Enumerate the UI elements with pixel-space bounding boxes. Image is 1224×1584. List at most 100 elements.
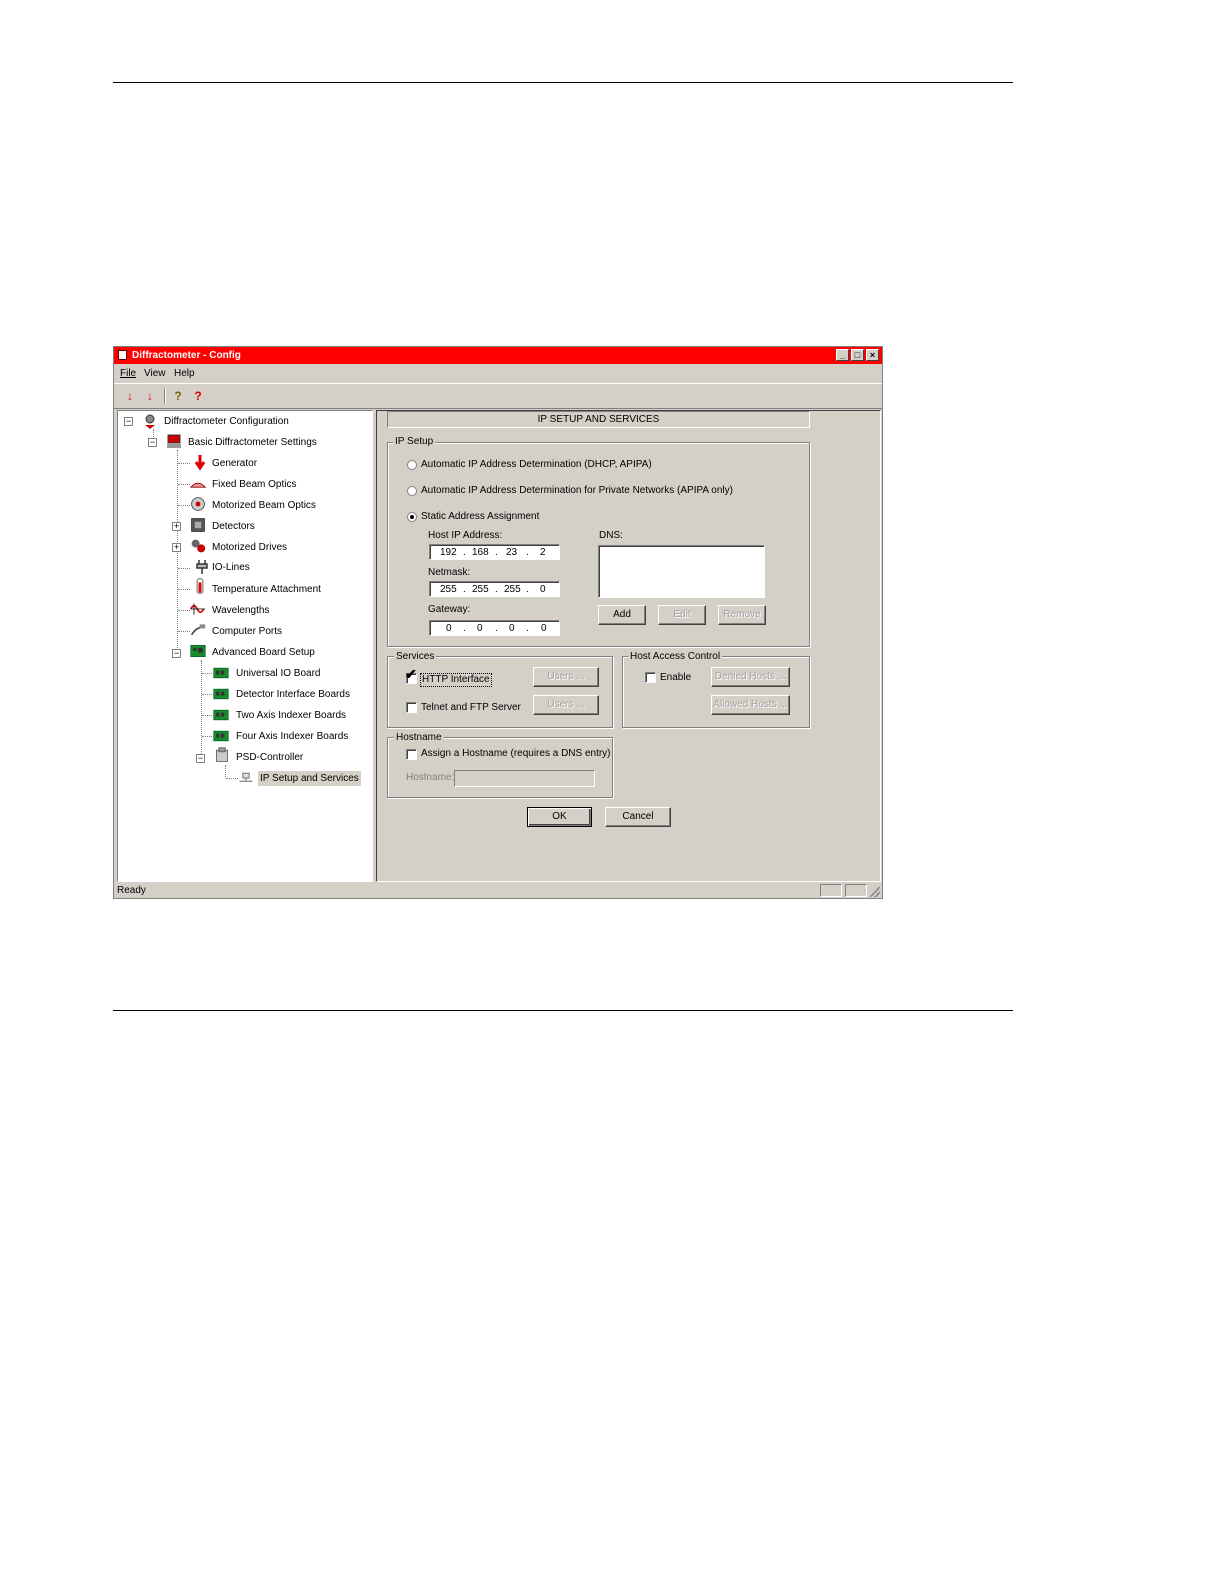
- config-tree[interactable]: − Diffractometer Configuration − Basic D…: [117, 410, 373, 882]
- psd-arrow-icon[interactable]: ↓: [141, 387, 159, 405]
- panel-header: IP SETUP AND SERVICES: [387, 411, 810, 428]
- close-button[interactable]: ×: [866, 349, 879, 361]
- tree-line: [178, 589, 190, 590]
- status-panel: [820, 884, 842, 897]
- hostname-field-label: Hostname:: [406, 772, 455, 783]
- tree-line: [202, 715, 212, 716]
- fixed-optics-icon: [190, 482, 206, 488]
- assign-hostname-checkbox[interactable]: [406, 749, 417, 760]
- tree-fixed-beam-optics[interactable]: Fixed Beam Optics: [210, 478, 298, 492]
- detector-icon: [191, 518, 205, 532]
- gateway-field[interactable]: 0 . 0 . 0 . 0: [429, 620, 560, 636]
- toolbar-separator: [164, 388, 166, 404]
- ip-octet: 2: [540, 547, 546, 558]
- netmask-field[interactable]: 255 . 255 . 255 . 0: [429, 581, 560, 597]
- minimize-button[interactable]: _: [836, 349, 849, 361]
- cancel-button[interactable]: Cancel: [605, 807, 671, 827]
- host-ip-label: Host IP Address:: [428, 530, 503, 541]
- dns-remove-button[interactable]: Remove: [718, 605, 766, 625]
- ip-dot: .: [526, 584, 529, 595]
- http-label[interactable]: HTTP Interface: [420, 673, 492, 687]
- tree-line: [178, 631, 190, 632]
- telnet-label[interactable]: Telnet and FTP Server: [421, 702, 521, 714]
- title-bar[interactable]: Diffractometer - Config _ □ ×: [114, 347, 882, 364]
- menu-help[interactable]: Help: [174, 368, 195, 379]
- ok-button[interactable]: OK: [527, 807, 592, 827]
- dns-edit-button[interactable]: Edit: [658, 605, 706, 625]
- tree-psd-controller[interactable]: PSD-Controller: [234, 751, 305, 765]
- apipa-label[interactable]: Automatic IP Address Determination for P…: [421, 485, 733, 497]
- tree-four-axis-indexer-boards[interactable]: Four Axis Indexer Boards: [234, 730, 350, 744]
- ip-octet: 0: [446, 623, 452, 634]
- allowed-hosts-button[interactable]: Allowed Hosts ...: [711, 695, 790, 715]
- dns-list[interactable]: [598, 545, 765, 598]
- tree-computer-ports[interactable]: Computer Ports: [210, 625, 284, 639]
- help-icon[interactable]: ?: [169, 387, 187, 405]
- tree-basic-settings[interactable]: Basic Diffractometer Settings: [186, 436, 319, 450]
- tree-ip-setup-services[interactable]: IP Setup and Services: [258, 771, 361, 786]
- dns-label: DNS:: [599, 530, 623, 541]
- netmask-label: Netmask:: [428, 567, 471, 578]
- tree-wavelengths[interactable]: Wavelengths: [210, 604, 271, 618]
- board-icon: [213, 730, 229, 742]
- board-icon: [190, 645, 206, 657]
- board-icon: [213, 709, 229, 721]
- tree-temperature-attachment[interactable]: Temperature Attachment: [210, 583, 323, 597]
- menu-view[interactable]: View: [144, 368, 166, 379]
- psd-collapse-toggle[interactable]: −: [196, 754, 205, 763]
- enable-label[interactable]: Enable: [660, 672, 691, 684]
- ip-octet: 0: [509, 623, 515, 634]
- tree-detector-interface-boards[interactable]: Detector Interface Boards: [234, 688, 352, 702]
- tree-generator[interactable]: Generator: [210, 457, 259, 471]
- menu-file[interactable]: File: [120, 368, 136, 379]
- top-rule: [113, 82, 1013, 83]
- context-help-icon[interactable]: ?: [189, 387, 207, 405]
- host-ip-field[interactable]: 192 . 168 . 23 . 2: [429, 544, 560, 560]
- ip-dot: .: [495, 623, 498, 634]
- drives-expand-toggle[interactable]: +: [172, 543, 181, 552]
- ip-octet: 0: [540, 584, 546, 595]
- telnet-checkbox[interactable]: [406, 702, 417, 713]
- dhcp-label[interactable]: Automatic IP Address Determination (DHCP…: [421, 459, 652, 471]
- tree-two-axis-indexer-boards[interactable]: Two Axis Indexer Boards: [234, 709, 348, 723]
- tree-line: [202, 736, 212, 737]
- hostname-input[interactable]: [454, 770, 595, 787]
- tree-motorized-drives[interactable]: Motorized Drives: [210, 541, 289, 555]
- tree-advanced-board-setup[interactable]: Advanced Board Setup: [210, 646, 317, 660]
- ip-setup-label: IP Setup: [393, 436, 436, 448]
- cnf-arrow-icon[interactable]: ↓: [121, 387, 139, 405]
- services-label: Services: [394, 651, 437, 663]
- enable-checkbox[interactable]: [645, 672, 656, 683]
- assign-hostname-label[interactable]: Assign a Hostname (requires a DNS entry): [421, 748, 611, 760]
- menu-bar: File View Help: [114, 365, 882, 382]
- telnet-users-button[interactable]: Users ...: [533, 695, 599, 715]
- ip-octet: 255: [472, 584, 489, 595]
- dhcp-radio[interactable]: [407, 460, 417, 470]
- tree-motorized-beam-optics[interactable]: Motorized Beam Optics: [210, 499, 318, 513]
- dns-add-button[interactable]: Add: [598, 605, 646, 625]
- advanced-collapse-toggle[interactable]: −: [172, 649, 181, 658]
- apipa-radio[interactable]: [407, 486, 417, 496]
- checkmark-icon: ✔: [405, 666, 417, 682]
- static-radio[interactable]: [407, 512, 417, 522]
- basic-collapse-toggle[interactable]: −: [148, 438, 157, 447]
- tree-detectors[interactable]: Detectors: [210, 520, 257, 534]
- board-icon: [213, 667, 229, 679]
- denied-hosts-button[interactable]: Denied Hosts ...: [711, 667, 790, 687]
- resize-grip-icon[interactable]: [870, 887, 880, 897]
- root-collapse-toggle[interactable]: −: [124, 417, 133, 426]
- tree-io-lines[interactable]: IO-Lines: [210, 561, 252, 575]
- tree-root[interactable]: Diffractometer Configuration: [162, 415, 291, 429]
- tree-universal-io-board[interactable]: Universal IO Board: [234, 667, 322, 681]
- static-label[interactable]: Static Address Assignment: [421, 511, 539, 523]
- toolbar: ↓ ↓ ? ?: [114, 383, 882, 409]
- detectors-expand-toggle[interactable]: +: [172, 522, 181, 531]
- window-title: Diffractometer - Config: [132, 350, 241, 361]
- ip-octet: 192: [440, 547, 457, 558]
- tree-line: [178, 610, 190, 611]
- status-bar: Ready: [114, 883, 882, 898]
- http-users-button[interactable]: Users ...: [533, 667, 599, 687]
- maximize-button[interactable]: □: [851, 349, 864, 361]
- ip-octet: 0: [541, 623, 547, 634]
- network-icon: [239, 772, 253, 782]
